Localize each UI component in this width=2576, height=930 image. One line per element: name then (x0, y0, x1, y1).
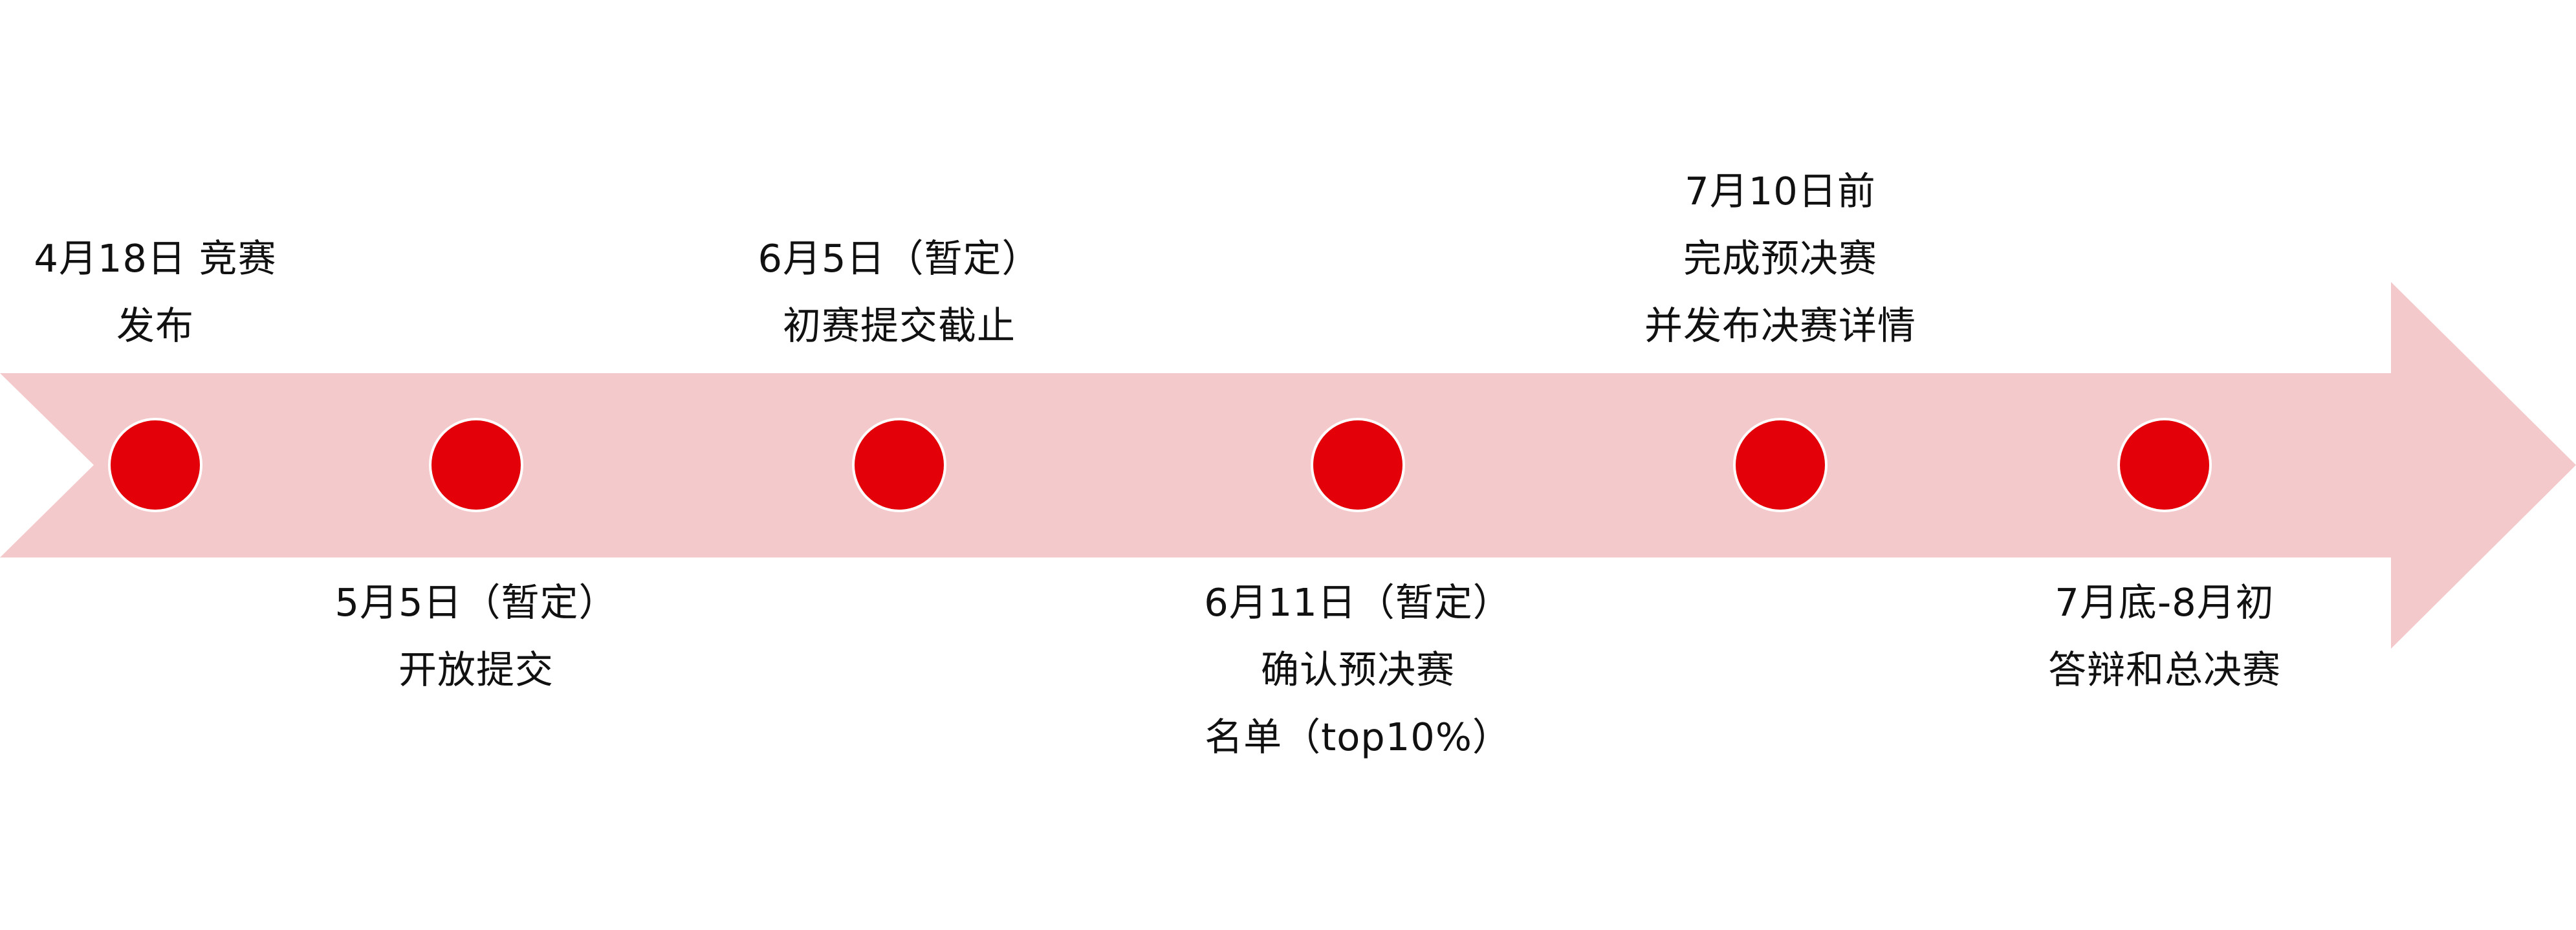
milestone-dot-3 (852, 418, 946, 512)
milestone-label-5: 7月10日前 完成预决赛 并发布决赛详情 (1644, 158, 1916, 360)
milestone-1-line-1: 4月18日 竞赛 (34, 236, 277, 281)
milestone-label-1: 4月18日 竞赛 发布 (34, 225, 276, 360)
milestone-2-line-2: 开放提交 (398, 647, 554, 692)
milestone-label-3: 6月5日（暂定） 初赛提交截止 (758, 225, 1040, 360)
milestone-dot-4 (1311, 418, 1405, 512)
milestone-label-4: 6月11日（暂定） 确认预决赛 名单（top10%） (1204, 569, 1512, 771)
milestone-3-line-1: 6月5日（暂定） (758, 236, 1041, 281)
milestone-dot-5 (1733, 418, 1828, 512)
milestone-dot-1 (108, 418, 202, 512)
milestone-4-line-3: 名单（top10%） (1205, 715, 1511, 759)
milestone-5-line-2: 完成预决赛 (1683, 236, 1878, 281)
milestone-4-line-2: 确认预决赛 (1260, 647, 1455, 692)
milestone-3-line-2: 初赛提交截止 (782, 303, 1016, 348)
milestone-4-line-1: 6月11日（暂定） (1204, 580, 1512, 625)
milestone-6-line-1: 7月底-8月初 (2055, 580, 2275, 625)
milestone-1-line-2: 发布 (116, 303, 194, 348)
milestone-5-line-1: 7月10日前 (1685, 169, 1876, 213)
milestone-label-6: 7月底-8月初 答辩和总决赛 (2048, 569, 2281, 704)
milestone-2-line-1: 5月5日（暂定） (334, 580, 618, 625)
milestone-5-line-3: 并发布决赛详情 (1644, 303, 1917, 348)
milestone-label-2: 5月5日（暂定） 开放提交 (334, 569, 617, 704)
milestone-6-line-2: 答辩和总决赛 (2047, 647, 2282, 692)
milestone-dot-6 (2117, 418, 2212, 512)
milestone-dot-2 (429, 418, 523, 512)
